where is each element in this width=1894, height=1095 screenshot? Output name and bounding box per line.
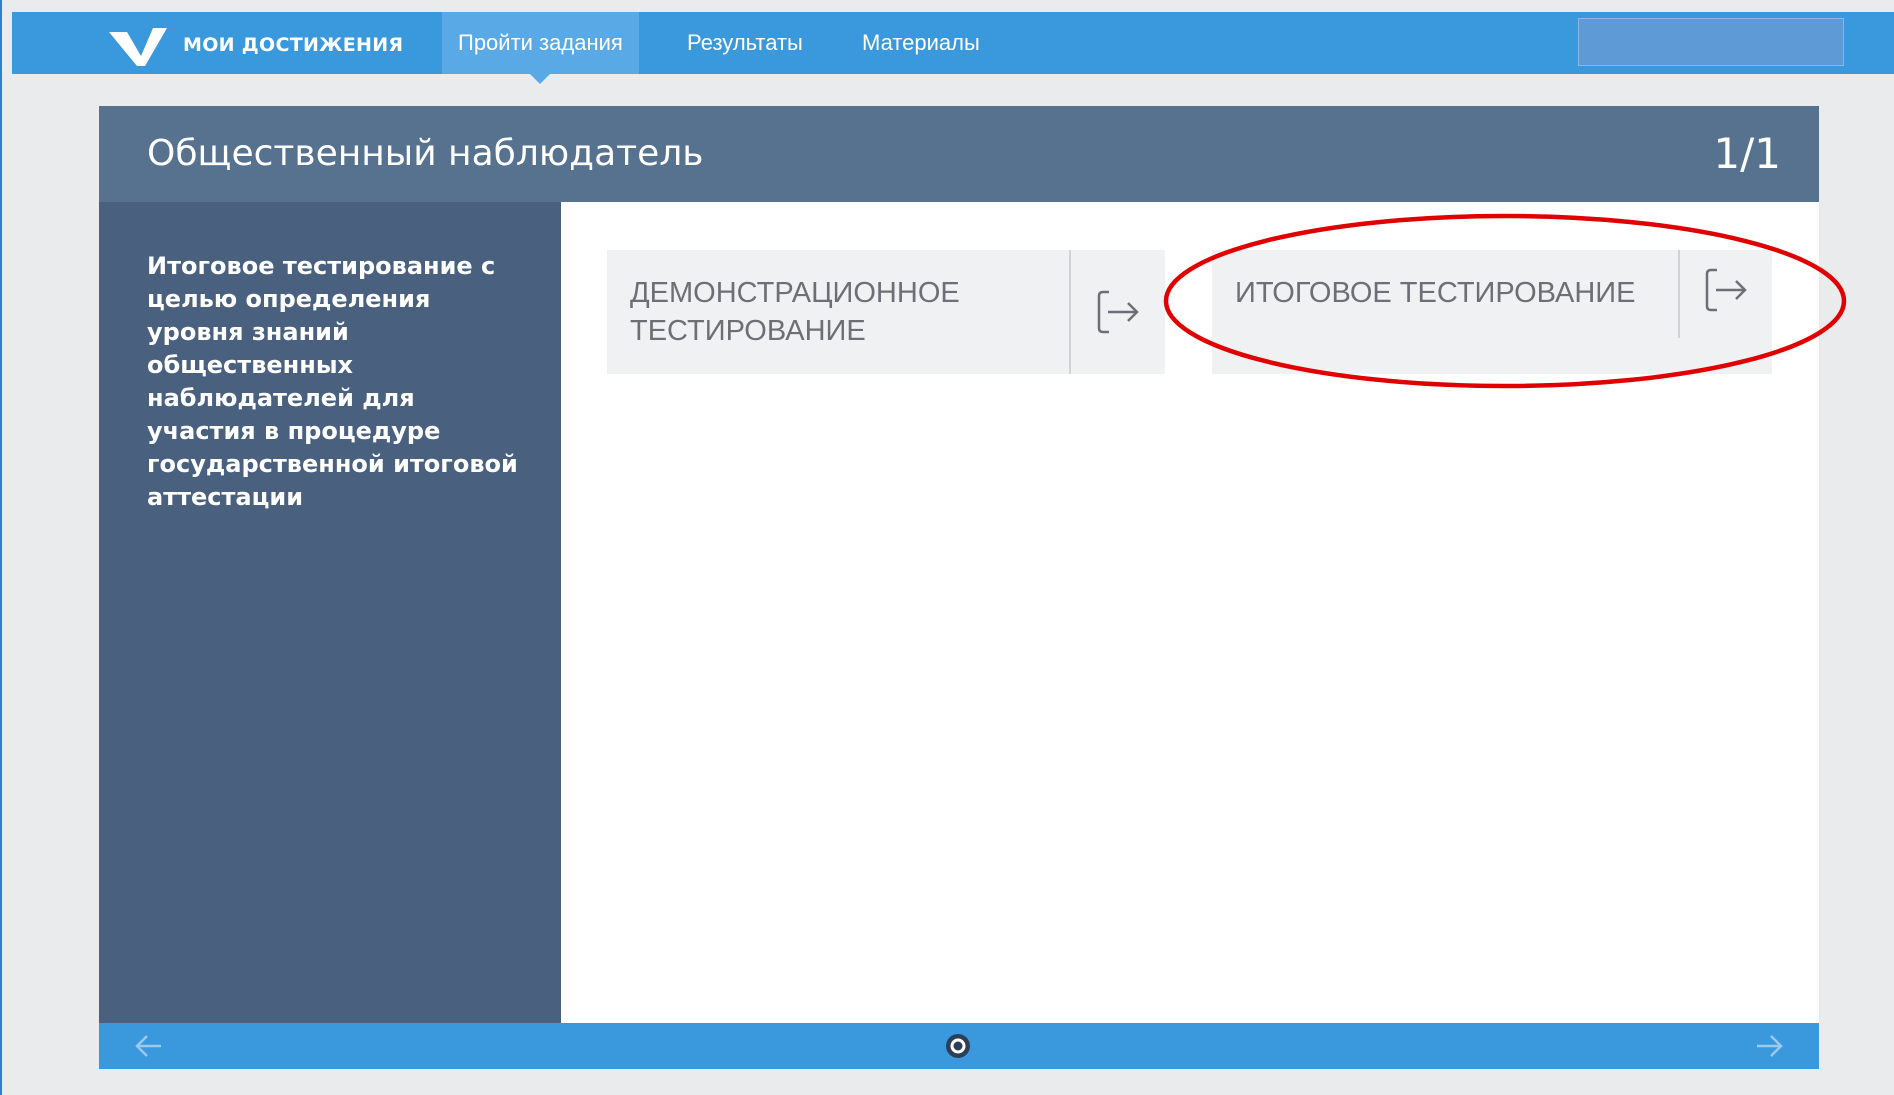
page-title: Общественный наблюдатель — [147, 133, 704, 174]
final-test-label: ИТОГОВОЕ ТЕСТИРОВАНИЕ — [1212, 250, 1680, 338]
top-navigation-bar: МОИ ДОСТИЖЕНИЯ Пройти задания Результаты… — [12, 12, 1894, 84]
user-menu-box[interactable] — [1578, 18, 1844, 66]
arrow-left-icon[interactable] — [133, 1032, 163, 1060]
demo-test-card[interactable]: ДЕМОНСТРАЦИОННОЕ ТЕСТИРОВАНИЕ — [607, 250, 1165, 374]
tab-take-tasks[interactable]: Пройти задания — [442, 12, 639, 84]
description-sidebar: Итоговое тестирование с целью определени… — [99, 202, 561, 1023]
tab-label: Результаты — [687, 30, 803, 55]
arrow-right-icon[interactable] — [1755, 1032, 1785, 1060]
course-description: Итоговое тестирование с целью определени… — [147, 252, 518, 511]
logo[interactable]: МОИ ДОСТИЖЕНИЯ — [109, 26, 403, 66]
pagination-bar — [99, 1023, 1819, 1069]
tab-results[interactable]: Результаты — [671, 12, 819, 74]
course-panel: Общественный наблюдатель 1/1 Итоговое те… — [99, 106, 1819, 1069]
tab-label: Пройти задания — [458, 30, 623, 55]
final-test-start[interactable] — [1680, 250, 1772, 374]
test-list: ДЕМОНСТРАЦИОННОЕ ТЕСТИРОВАНИЕ ИТОГОВОЕ Т… — [561, 202, 1819, 1023]
tab-materials[interactable]: Материалы — [846, 12, 996, 74]
demo-test-start[interactable] — [1071, 250, 1165, 374]
app-window: МОИ ДОСТИЖЕНИЯ Пройти задания Результаты… — [0, 0, 1894, 1095]
final-test-card[interactable]: ИТОГОВОЕ ТЕСТИРОВАНИЕ — [1212, 250, 1772, 374]
logo-text: МОИ ДОСТИЖЕНИЯ — [183, 34, 404, 56]
exit-arrow-icon — [1705, 268, 1747, 312]
page-counter: 1/1 — [1713, 129, 1781, 178]
demo-test-label: ДЕМОНСТРАЦИОННОЕ ТЕСТИРОВАНИЕ — [607, 250, 1071, 374]
tab-label: Материалы — [862, 30, 980, 55]
panel-header: Общественный наблюдатель 1/1 — [99, 106, 1819, 202]
page-indicator-icon[interactable] — [945, 1033, 971, 1059]
logo-checkmark-icon — [109, 28, 167, 66]
exit-arrow-icon — [1097, 290, 1139, 334]
